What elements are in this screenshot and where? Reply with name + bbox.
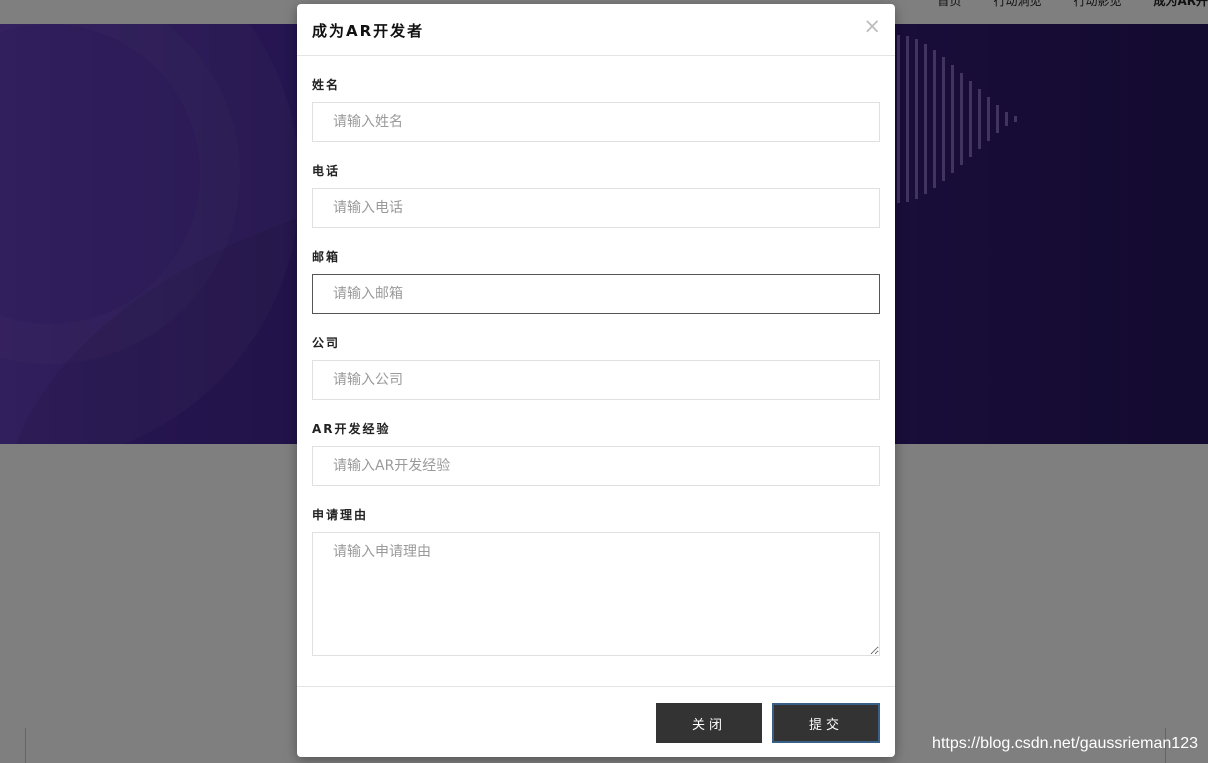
company-input[interactable] bbox=[312, 360, 880, 400]
close-icon[interactable]: × bbox=[863, 16, 881, 37]
modal-header: 成为AR开发者 × bbox=[297, 4, 895, 56]
close-button[interactable]: 关闭 bbox=[656, 703, 762, 743]
phone-label: 电话 bbox=[312, 164, 341, 178]
phone-input[interactable] bbox=[312, 188, 880, 228]
ar-experience-input[interactable] bbox=[312, 446, 880, 486]
modal-title: 成为AR开发者 bbox=[312, 22, 425, 40]
reason-label: 申请理由 bbox=[312, 508, 369, 522]
modal-footer: 关闭 提交 bbox=[297, 686, 895, 758]
company-label: 公司 bbox=[312, 336, 341, 350]
submit-button[interactable]: 提交 bbox=[772, 703, 880, 743]
developer-application-modal: 成为AR开发者 × 姓名 电话 邮箱 公司 AR开发经验 申请理由 关闭 提交 bbox=[297, 4, 895, 757]
name-label: 姓名 bbox=[312, 78, 341, 92]
reason-textarea[interactable] bbox=[312, 532, 880, 656]
watermark-text: https://blog.csdn.net/gaussrieman123 bbox=[932, 735, 1198, 752]
email-input[interactable] bbox=[312, 274, 880, 314]
email-label: 邮箱 bbox=[312, 250, 341, 264]
name-input[interactable] bbox=[312, 102, 880, 142]
ar-experience-label: AR开发经验 bbox=[312, 422, 391, 436]
